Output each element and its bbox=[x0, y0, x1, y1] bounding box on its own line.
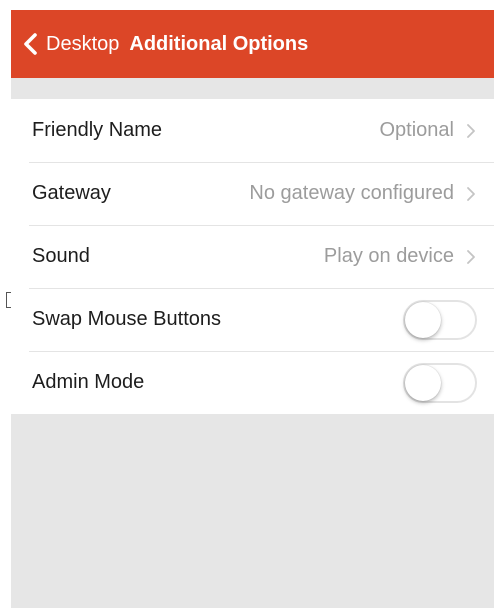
admin-mode-toggle[interactable] bbox=[403, 362, 477, 403]
settings-list: Friendly Name Optional Gateway No gatewa… bbox=[11, 99, 494, 414]
toggle-knob bbox=[405, 301, 441, 338]
friendly-name-value: Optional bbox=[379, 119, 455, 141]
swap-mouse-buttons-toggle[interactable] bbox=[403, 299, 477, 340]
friendly-name-label: Friendly Name bbox=[32, 119, 163, 141]
gateway-value: No gateway configured bbox=[249, 182, 454, 204]
navigation-bar: Desktop Additional Options bbox=[11, 10, 494, 78]
swap-mouse-buttons-row: Swap Mouse Buttons bbox=[11, 288, 494, 351]
gateway-label: Gateway bbox=[32, 182, 111, 204]
friendly-name-row[interactable]: Friendly Name Optional bbox=[11, 99, 494, 162]
back-button[interactable]: Desktop bbox=[21, 32, 119, 56]
sound-label: Sound bbox=[32, 245, 90, 267]
sound-row[interactable]: Sound Play on device bbox=[11, 225, 494, 288]
chevron-left-icon bbox=[24, 33, 37, 55]
chevron-right-icon bbox=[467, 123, 475, 138]
admin-mode-row: Admin Mode bbox=[11, 351, 494, 414]
sound-value: Play on device bbox=[323, 245, 454, 267]
admin-mode-label: Admin Mode bbox=[32, 371, 145, 393]
app-screen: Desktop Additional Options Friendly Name… bbox=[11, 10, 494, 608]
chevron-right-icon bbox=[467, 249, 475, 264]
toggle-knob bbox=[405, 364, 441, 401]
page-title: Additional Options bbox=[129, 32, 309, 55]
gateway-row[interactable]: Gateway No gateway configured bbox=[11, 162, 494, 225]
back-button-label: Desktop bbox=[46, 32, 120, 55]
chevron-right-icon bbox=[467, 186, 475, 201]
swap-mouse-buttons-label: Swap Mouse Buttons bbox=[32, 308, 221, 330]
